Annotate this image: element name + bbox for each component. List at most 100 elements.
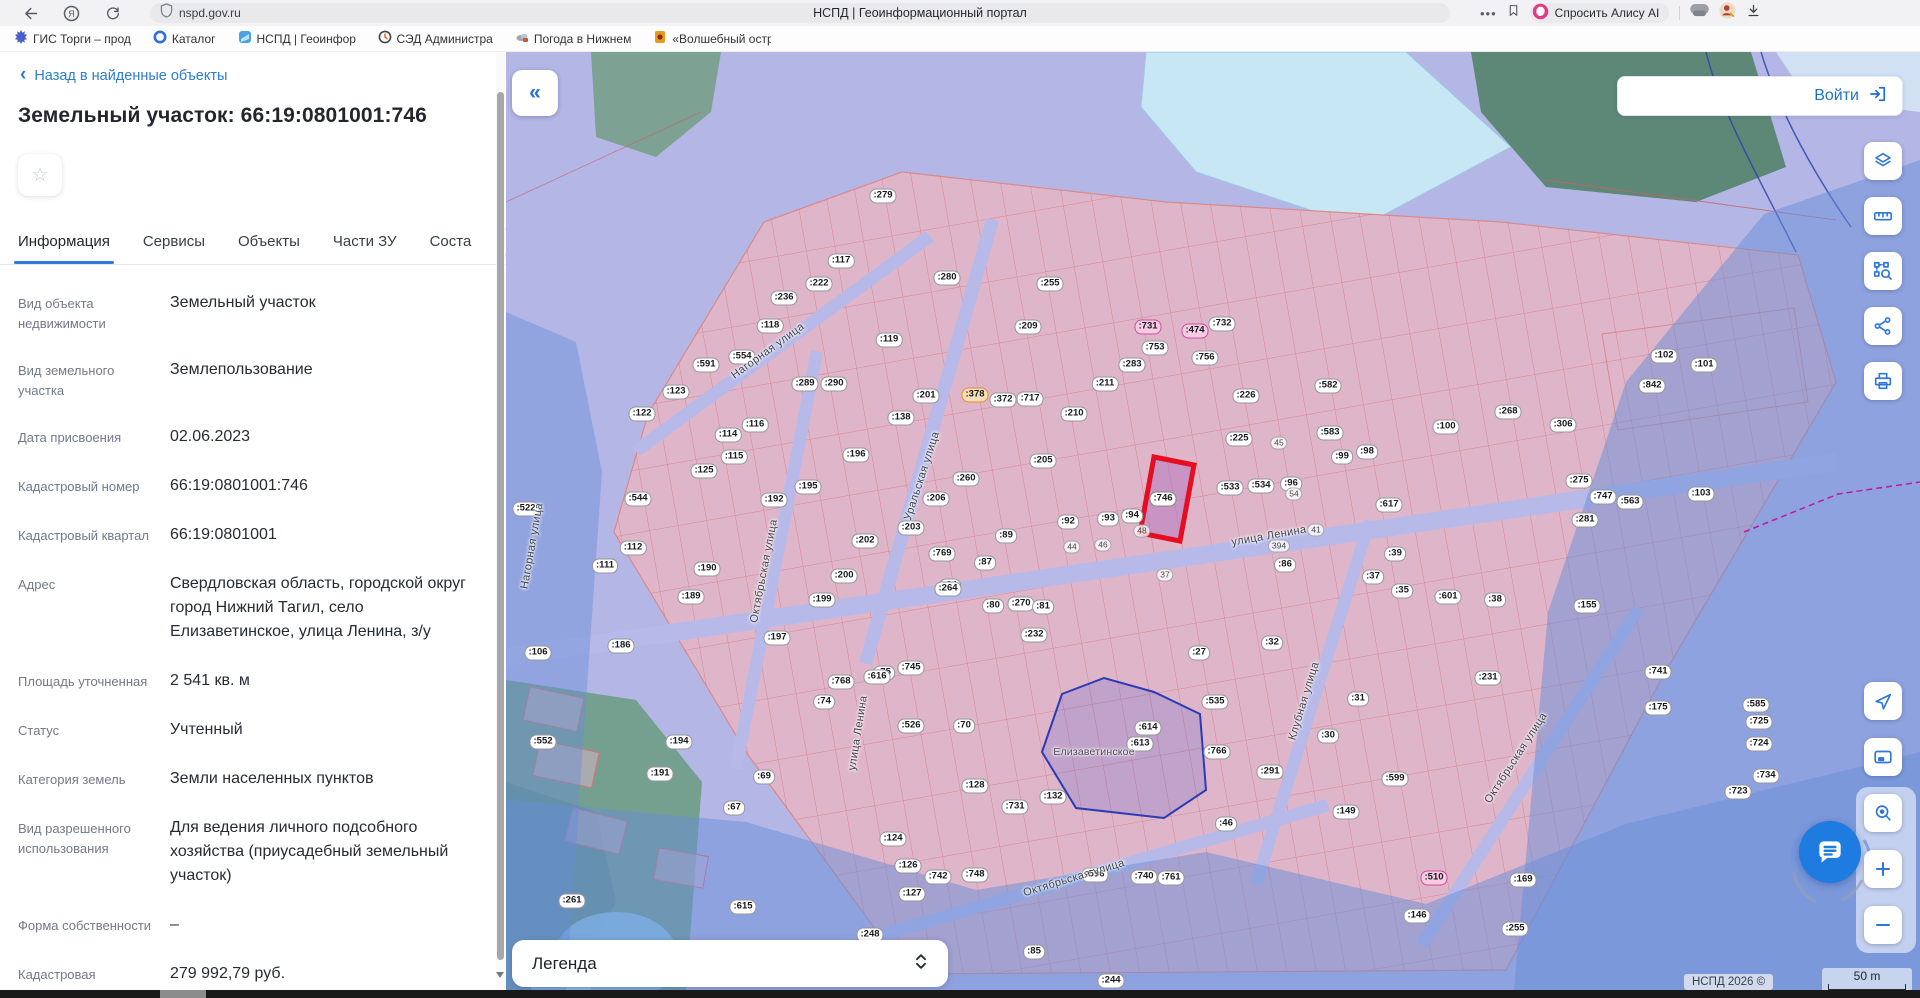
parcel-label[interactable]: :69 [753,770,775,785]
parcel-label[interactable]: :290 [820,377,847,392]
parcel-label[interactable]: :281 [1571,513,1598,528]
page-horizontal-scrollbar-thumb[interactable] [160,990,206,998]
parcel-label[interactable]: :31 [1347,692,1369,707]
parcel-label[interactable]: :175 [1644,701,1671,716]
parcel-label[interactable]: :125 [690,464,717,479]
parcel-label[interactable]: :98 [1356,445,1378,460]
parcel-label[interactable]: :100 [1432,420,1459,435]
parcel-label[interactable]: :261 [558,894,585,909]
parcel-label[interactable]: :81 [1032,600,1054,615]
parcel-label[interactable]: :591 [692,358,719,373]
parcel-label[interactable]: :734 [1752,769,1779,784]
address-bar[interactable]: nspd.gov.ru [150,3,1450,23]
extensions-more-icon[interactable]: ••• [1480,6,1497,21]
parcel-label[interactable]: :723 [1724,785,1751,800]
parcel-label[interactable]: 394 [1268,540,1290,553]
url-text[interactable]: nspd.gov.ru [179,6,241,20]
map-control-ruler[interactable] [1864,197,1902,235]
parcel-label[interactable]: :106 [524,646,551,661]
collapse-panel-button[interactable]: « [512,70,558,116]
parcel-label[interactable]: :225 [1225,432,1252,447]
parcel-label[interactable]: :196 [842,448,869,463]
parcel-label[interactable]: :128 [961,779,988,794]
parcel-label[interactable]: :289 [791,377,818,392]
parcel-label[interactable]: :74 [813,695,835,710]
map-control-locate[interactable] [1864,682,1902,720]
parcel-label[interactable]: 46 [1094,539,1111,552]
map-control-area-search[interactable] [1864,252,1902,290]
parcel-label[interactable]: :731 [1001,800,1028,815]
parcel-label[interactable]: 44 [1063,541,1080,554]
parcel-label[interactable]: :756 [1191,351,1218,366]
legend-toggle[interactable]: Легенда [512,940,948,987]
parcel-label[interactable]: :201 [912,389,939,404]
parcel-label[interactable]: :103 [1687,487,1714,502]
page-horizontal-scrollbar[interactable] [0,990,1920,998]
parcel-label[interactable]: :67 [723,801,745,816]
tab-1[interactable]: Информация [18,220,110,264]
parcel-label[interactable]: :222 [805,277,832,292]
parcel-label[interactable]: :533 [1216,481,1243,496]
parcel-label[interactable]: 41 [1307,524,1324,537]
parcel-label[interactable]: :114 [715,428,742,443]
panel-scrollbar-thumb[interactable] [497,92,504,960]
parcel-label[interactable]: :601 [1434,590,1461,605]
profile-avatar[interactable] [1719,2,1736,24]
tab-4[interactable]: Части ЗУ [333,220,397,264]
parcel-label[interactable]: :535 [1201,695,1228,710]
bookmark-item[interactable]: «Волшебный остр [653,30,771,47]
parcel-label[interactable]: :260 [952,472,979,487]
parcel-label[interactable]: :522 [512,502,539,517]
parcel-label[interactable]: :70 [953,719,975,734]
parcel-label[interactable]: :236 [770,291,797,306]
parcel-label[interactable]: :244 [1097,974,1124,989]
parcel-label[interactable]: :111 [592,559,618,574]
parcel-label[interactable]: :195 [794,480,821,495]
parcel-label[interactable]: :192 [760,493,787,508]
parcel-label[interactable]: :94 [1121,509,1143,524]
parcel-label[interactable]: :202 [851,534,878,549]
parcel-label[interactable]: :80 [982,599,1004,614]
parcel-label[interactable]: :552 [529,735,556,750]
parcel-label[interactable]: :526 [897,719,924,734]
bookmark-item[interactable]: СЭД Администра [378,30,493,47]
parcel-label[interactable]: :231 [1474,671,1501,686]
parcel-label[interactable]: 37 [1156,569,1173,582]
login-button[interactable]: Войти [1617,76,1903,116]
parcel-label[interactable]: :614 [1134,721,1161,736]
map-canvas[interactable] [506,52,1920,990]
parcel-label[interactable]: :205 [1029,454,1056,469]
bookmark-item[interactable]: ГИС Торги – прод [14,30,131,47]
parcel-label[interactable]: :306 [1549,418,1576,433]
parcel-label[interactable]: :378 [961,388,988,403]
parcel-label[interactable]: :741 [1644,665,1671,680]
parcel-label[interactable]: :510 [1420,871,1447,886]
back-link[interactable]: ‹ Назад в найденные объекты [20,68,506,84]
parcel-label[interactable]: :210 [1060,407,1087,422]
parcel-label[interactable]: :116 [742,418,769,433]
parcel-label[interactable]: :32 [1261,636,1283,651]
parcel-label[interactable]: :563 [1616,495,1643,510]
parcel-label[interactable]: :725 [1745,715,1772,730]
parcel-label[interactable]: :194 [665,735,692,750]
parcel-label[interactable]: :123 [662,385,689,400]
refresh-icon[interactable] [104,4,122,22]
parcel-label[interactable]: :146 [1403,909,1430,924]
parcel-label[interactable]: :534 [1247,479,1274,494]
tab-5[interactable]: Соста [430,220,472,264]
parcel-label[interactable]: :264 [934,582,961,597]
parcel-label[interactable]: :268 [1494,405,1521,420]
parcel-label[interactable]: :255 [1501,922,1528,937]
parcel-label[interactable]: :126 [894,859,921,874]
parcel-label[interactable]: :616 [863,670,890,685]
parcel-label[interactable]: :200 [830,569,857,584]
parcel-label[interactable]: :169 [1509,873,1536,888]
parcel-label[interactable]: :203 [897,521,924,536]
panel-scroll-down-icon[interactable] [496,972,504,978]
map-control-marker-search[interactable] [1864,794,1902,832]
parcel-label[interactable]: :118 [757,319,784,334]
parcel-label[interactable]: :232 [1020,628,1047,643]
map-control-share[interactable] [1864,307,1902,345]
bookmark-item[interactable]: Погода в Нижнем [515,30,632,47]
parcel-label[interactable]: :279 [869,189,896,204]
